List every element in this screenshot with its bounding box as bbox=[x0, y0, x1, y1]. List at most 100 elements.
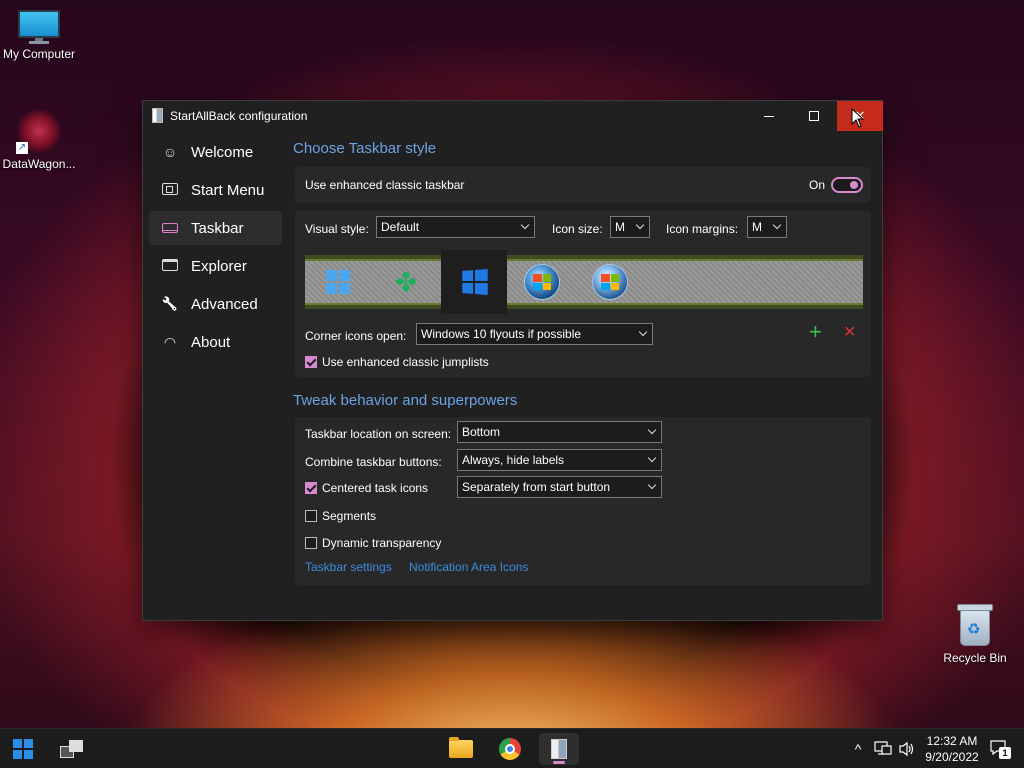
combine-buttons-value: Always, hide labels bbox=[462, 453, 565, 467]
notification-count-badge: 1 bbox=[999, 747, 1011, 759]
enhanced-taskbar-panel: Use enhanced classic taskbar On bbox=[295, 167, 871, 203]
clock-date: 9/20/2022 bbox=[925, 750, 979, 764]
startallback-taskbar-button[interactable] bbox=[539, 733, 579, 765]
enhanced-taskbar-state: On bbox=[809, 178, 826, 192]
icon-margins-select[interactable]: M bbox=[747, 216, 787, 238]
minimize-button[interactable] bbox=[746, 101, 791, 131]
remove-button[interactable]: ✕ bbox=[843, 324, 856, 342]
start-icon bbox=[13, 739, 33, 759]
window-title: StartAllBack configuration bbox=[170, 109, 308, 123]
system-tray: ^ bbox=[848, 729, 868, 768]
clover-icon: ✤ bbox=[395, 266, 417, 297]
taskbar-style-picker: ✤ bbox=[305, 250, 863, 314]
windows-10-logo-icon bbox=[462, 268, 488, 296]
start-button[interactable] bbox=[3, 733, 43, 765]
visual-style-value: Default bbox=[381, 220, 420, 234]
start-menu-icon bbox=[161, 182, 179, 198]
notification-area-icons-link[interactable]: Notification Area Icons bbox=[409, 560, 528, 574]
maximize-icon bbox=[808, 111, 819, 121]
shortcut-arrow-icon: ↗ bbox=[16, 142, 28, 154]
icon-size-value: M bbox=[615, 220, 625, 234]
mouse-cursor-icon bbox=[851, 108, 865, 128]
chevron-down-icon bbox=[520, 220, 530, 230]
taskbar-location-label: Taskbar location on screen: bbox=[305, 427, 452, 441]
sidebar-item-label: Welcome bbox=[191, 143, 254, 161]
section-heading-taskbar-style: Choose Taskbar style bbox=[293, 140, 437, 157]
show-hidden-icons-chevron-icon[interactable]: ^ bbox=[848, 741, 868, 757]
windows-11-logo-icon bbox=[326, 270, 350, 294]
windows-vista-orb-icon bbox=[592, 264, 628, 300]
dynamic-transparency-label: Dynamic transparency bbox=[322, 536, 442, 550]
sidebar-item-about[interactable]: ◠ About bbox=[149, 325, 282, 359]
visual-style-select[interactable]: Default bbox=[376, 216, 535, 238]
desktop-icon-my-computer[interactable]: My Computer bbox=[0, 10, 81, 61]
sidebar: ☺ Welcome Start Menu Taskbar Explorer 🔧 … bbox=[143, 135, 288, 363]
taskbar-location-value: Bottom bbox=[462, 425, 501, 439]
task-view-button[interactable] bbox=[52, 733, 92, 765]
section-heading-tweak: Tweak behavior and superpowers bbox=[293, 392, 518, 409]
style-option-windows-vista[interactable] bbox=[577, 250, 643, 314]
sidebar-item-taskbar[interactable]: Taskbar bbox=[149, 211, 282, 245]
chevron-down-icon bbox=[772, 220, 782, 230]
computer-icon bbox=[18, 10, 60, 44]
jumplists-checkbox[interactable] bbox=[305, 356, 317, 368]
explorer-icon bbox=[161, 258, 179, 274]
style-option-clover[interactable]: ✤ bbox=[373, 250, 439, 314]
clock[interactable]: 12:32 AM 9/20/2022 bbox=[920, 733, 984, 765]
corner-icons-label: Corner icons open: bbox=[305, 329, 407, 343]
centered-icons-select[interactable]: Separately from start button bbox=[457, 476, 662, 498]
file-explorer-button[interactable] bbox=[441, 733, 481, 765]
style-option-windows-11[interactable] bbox=[305, 250, 371, 314]
enhanced-taskbar-toggle[interactable] bbox=[831, 177, 863, 193]
chevron-down-icon bbox=[647, 480, 657, 490]
chrome-icon bbox=[499, 738, 521, 760]
chrome-button[interactable] bbox=[490, 733, 530, 765]
sidebar-item-advanced[interactable]: 🔧 Advanced bbox=[149, 287, 282, 321]
centered-icons-value: Separately from start button bbox=[462, 480, 611, 494]
taskbar-settings-link[interactable]: Taskbar settings bbox=[305, 560, 392, 574]
sidebar-item-label: Advanced bbox=[191, 295, 258, 313]
desktop-icon-recycle-bin[interactable]: ♻ Recycle Bin bbox=[933, 604, 1017, 665]
taskbar-location-select[interactable]: Bottom bbox=[457, 421, 662, 443]
network-icon[interactable] bbox=[874, 741, 892, 757]
style-option-windows-10[interactable] bbox=[441, 250, 507, 314]
sidebar-item-label: Start Menu bbox=[191, 181, 265, 199]
centered-icons-checkbox-row[interactable]: Centered task icons bbox=[305, 481, 428, 495]
segments-checkbox[interactable] bbox=[305, 510, 317, 522]
chevron-down-icon bbox=[638, 327, 648, 337]
sidebar-item-start-menu[interactable]: Start Menu bbox=[149, 173, 282, 207]
datawagon-shortcut-icon: ↗ bbox=[16, 108, 62, 154]
volume-icon[interactable] bbox=[898, 741, 916, 757]
icon-size-select[interactable]: M bbox=[610, 216, 650, 238]
centered-icons-label: Centered task icons bbox=[322, 481, 429, 495]
style-option-windows-7[interactable] bbox=[509, 250, 575, 314]
startallback-icon bbox=[551, 739, 567, 759]
file-explorer-icon bbox=[449, 737, 473, 758]
sidebar-item-welcome[interactable]: ☺ Welcome bbox=[149, 135, 282, 169]
combine-buttons-select[interactable]: Always, hide labels bbox=[457, 449, 662, 471]
combine-buttons-label: Combine taskbar buttons: bbox=[305, 455, 442, 469]
dynamic-transparency-checkbox-row[interactable]: Dynamic transparency bbox=[305, 536, 441, 550]
notification-center-button[interactable]: 1 bbox=[990, 739, 1011, 759]
maximize-button[interactable] bbox=[791, 101, 836, 131]
jumplists-checkbox-row[interactable]: Use enhanced classic jumplists bbox=[305, 355, 489, 369]
corner-icons-select[interactable]: Windows 10 flyouts if possible bbox=[416, 323, 653, 345]
centered-icons-checkbox[interactable] bbox=[305, 482, 317, 494]
segments-label: Segments bbox=[322, 509, 377, 523]
add-button[interactable]: + bbox=[809, 320, 822, 344]
desktop-icon-label: My Computer bbox=[2, 47, 76, 61]
segments-checkbox-row[interactable]: Segments bbox=[305, 509, 376, 523]
jumplists-label: Use enhanced classic jumplists bbox=[322, 355, 489, 369]
icon-margins-value: M bbox=[752, 220, 762, 234]
tweak-panel: Taskbar location on screen: Bottom Combi… bbox=[295, 417, 871, 585]
startallback-config-window: StartAllBack configuration ✕ ☺ Welcome S… bbox=[142, 100, 883, 621]
sidebar-item-label: About bbox=[191, 333, 231, 351]
clock-time: 12:32 AM bbox=[926, 734, 978, 748]
sidebar-item-label: Explorer bbox=[191, 257, 247, 275]
desktop-icon-datawagon[interactable]: ↗ DataWagon... bbox=[0, 108, 81, 171]
window-titlebar[interactable]: StartAllBack configuration ✕ bbox=[143, 101, 883, 131]
dynamic-transparency-checkbox[interactable] bbox=[305, 537, 317, 549]
sidebar-item-explorer[interactable]: Explorer bbox=[149, 249, 282, 283]
enhanced-taskbar-label: Use enhanced classic taskbar bbox=[305, 178, 465, 192]
taskbar: ^ 12:32 AM 9/20/2022 1 bbox=[0, 728, 1024, 768]
